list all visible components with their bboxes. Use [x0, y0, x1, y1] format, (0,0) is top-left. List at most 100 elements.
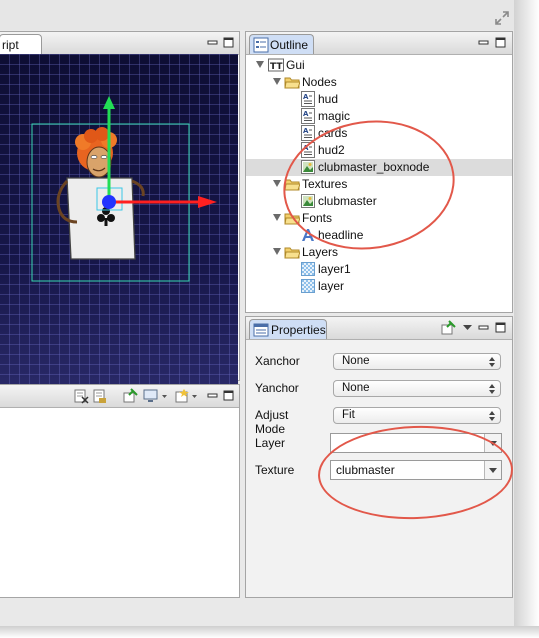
svg-text:TT: TT: [270, 62, 283, 72]
svg-text:A: A: [303, 110, 309, 118]
outline-panel-header: Outline: [246, 32, 512, 55]
adjust-mode-label: Adjust Mode: [255, 408, 289, 436]
layer-combo[interactable]: [330, 433, 502, 453]
scroll-lock-icon[interactable]: [91, 388, 107, 404]
scene-editor-panel: ript: [0, 31, 240, 409]
display-console-icon[interactable]: [143, 388, 159, 404]
chevron-down-icon: [489, 441, 497, 446]
tree-item-label: Fonts: [302, 211, 333, 225]
gizmo-y-arrowhead[interactable]: [103, 96, 115, 109]
text-node-icon: A: [301, 142, 315, 158]
outline-tree: TT Gui Nodes A hud A magic A cards A hud…: [246, 55, 512, 312]
folder-icon: [284, 179, 300, 191]
layer-icon: [301, 279, 315, 293]
tree-item-label: headline: [318, 228, 364, 242]
editor-panel-header: ript: [0, 32, 239, 55]
tree-item-headline[interactable]: headline: [246, 227, 512, 244]
gui-icon: TT: [268, 58, 284, 72]
scene-canvas[interactable]: [0, 54, 238, 409]
pin-properties-icon[interactable]: [440, 320, 456, 336]
tree-item-textures[interactable]: Textures: [246, 176, 512, 193]
tree-item-label: Gui: [286, 58, 305, 72]
tree-item-clubmaster-boxnode[interactable]: clubmaster_boxnode: [246, 159, 512, 176]
tab-script[interactable]: ript: [0, 34, 42, 54]
chevron-down-icon: [489, 468, 497, 473]
tree-item-gui[interactable]: TT Gui: [246, 57, 512, 74]
updown-arrows-icon: [489, 411, 495, 421]
tree-item-label: layer1: [318, 262, 351, 276]
tree-item-magic[interactable]: A magic: [246, 108, 512, 125]
tree-item-label: layer: [318, 279, 345, 293]
gizmo-x-arrowhead[interactable]: [198, 196, 217, 208]
svg-text:A: A: [303, 127, 309, 135]
top-toolbar: [0, 0, 514, 30]
gizmo-center-handle[interactable]: [102, 195, 116, 209]
text-node-icon: A: [301, 125, 315, 141]
tab-outline[interactable]: Outline: [249, 34, 314, 54]
tree-item-hud[interactable]: A hud: [246, 91, 512, 108]
open-console-dropdown-icon[interactable]: [189, 388, 205, 404]
tab-outline-label: Outline: [270, 38, 309, 52]
texture-value: clubmaster: [336, 463, 395, 477]
tree-item-hud2[interactable]: A hud2: [246, 142, 512, 159]
xanchor-select[interactable]: None: [333, 353, 501, 370]
tree-item-nodes[interactable]: Nodes: [246, 74, 512, 91]
folder-icon: [284, 77, 300, 89]
display-console-dropdown-icon[interactable]: [159, 388, 175, 404]
outline-panel: Outline TT Gui Nodes A hud A magic A car…: [245, 31, 513, 313]
yanchor-value: None: [342, 382, 370, 394]
adjust-mode-select[interactable]: Fit: [333, 407, 501, 424]
texture-dropdown-button[interactable]: [484, 461, 501, 479]
svg-text:A: A: [303, 93, 309, 101]
tree-item-label: Nodes: [302, 75, 337, 89]
tab-properties[interactable]: Properties: [249, 319, 327, 339]
view-menu-chevron-down-icon[interactable]: [460, 320, 476, 336]
font-icon: [302, 229, 314, 241]
yanchor-select[interactable]: None: [333, 380, 501, 397]
properties-minimize-icon[interactable]: [478, 322, 489, 333]
fullscreen-toggle-icon[interactable]: [494, 10, 510, 26]
tree-item-layer1[interactable]: layer1: [246, 261, 512, 278]
updown-arrows-icon: [489, 384, 495, 394]
clear-console-icon[interactable]: [73, 388, 89, 404]
svg-text:A: A: [303, 144, 309, 152]
xanchor-label: Xanchor: [255, 354, 300, 368]
console-minimize-icon[interactable]: [207, 390, 218, 401]
box-node-icon: [301, 160, 315, 174]
tree-item-layers[interactable]: Layers: [246, 244, 512, 261]
layer-label: Layer: [255, 436, 286, 450]
tree-item-label: hud: [318, 92, 339, 106]
expand-arrow-icon[interactable]: [273, 180, 281, 187]
pin-console-icon[interactable]: [122, 388, 138, 404]
expand-arrow-icon[interactable]: [273, 214, 281, 221]
expand-arrow-icon[interactable]: [273, 248, 281, 255]
tree-item-label: Textures: [302, 177, 348, 191]
tree-item-layer[interactable]: layer: [246, 278, 512, 295]
open-console-icon[interactable]: [174, 388, 190, 404]
outline-maximize-icon[interactable]: [495, 37, 506, 48]
maximize-icon[interactable]: [223, 37, 234, 48]
layer-dropdown-button[interactable]: [484, 434, 501, 452]
outline-minimize-icon[interactable]: [478, 37, 489, 48]
tree-item-cards[interactable]: A cards: [246, 125, 512, 142]
clubmaster-sprite[interactable]: [56, 127, 145, 260]
window-bottom-shadow: [0, 626, 539, 638]
expand-arrow-icon[interactable]: [273, 78, 281, 85]
tree-item-fonts[interactable]: Fonts: [246, 210, 512, 227]
expand-arrow-icon[interactable]: [256, 61, 264, 68]
scene-viewport[interactable]: [0, 54, 238, 409]
properties-maximize-icon[interactable]: [495, 322, 506, 333]
folder-icon: [284, 247, 300, 259]
properties-icon: [253, 323, 269, 337]
outline-icon: [253, 37, 269, 53]
text-node-icon: A: [301, 91, 315, 107]
tree-item-label: Layers: [302, 245, 339, 259]
minimize-icon[interactable]: [207, 37, 218, 48]
tab-properties-label: Properties: [271, 323, 326, 337]
properties-panel-header: Properties: [246, 317, 512, 340]
console-panel: [0, 384, 240, 598]
tree-item-label: cards: [318, 126, 348, 140]
console-maximize-icon[interactable]: [223, 390, 234, 401]
texture-combo[interactable]: clubmaster: [330, 460, 502, 480]
tree-item-clubmaster[interactable]: clubmaster: [246, 193, 512, 210]
